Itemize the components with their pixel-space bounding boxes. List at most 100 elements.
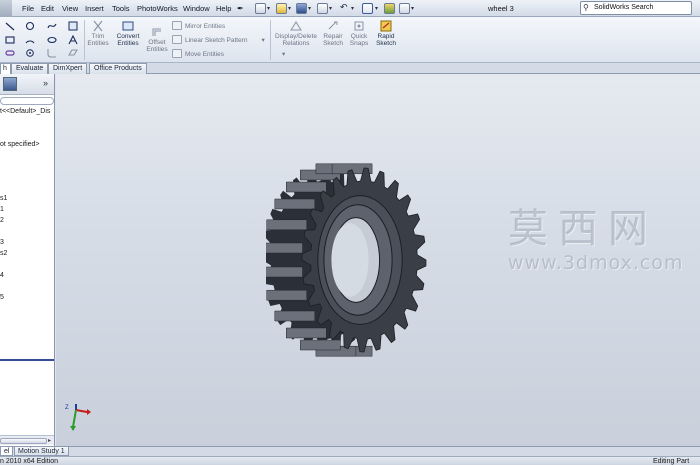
- options-icon[interactable]: [399, 3, 410, 14]
- menu-insert[interactable]: Insert: [85, 4, 104, 13]
- gear-tooth-side[interactable]: [300, 339, 341, 351]
- open-dropdown-icon[interactable]: ▾: [288, 5, 291, 12]
- line-tool-icon[interactable]: [5, 21, 15, 31]
- tree-item-feature[interactable]: 4: [0, 272, 4, 279]
- rapid-sketch-label: Rapid Sketch: [376, 33, 396, 47]
- repair-sketch-button[interactable]: Repair Sketch: [320, 20, 346, 47]
- graphics-area[interactable]: ▾ ▾ ▾ ▾ 莫西网 www.3dmox.com Z: [56, 74, 700, 446]
- arc-tool-icon[interactable]: [25, 35, 35, 45]
- rectangle-tool-icon[interactable]: [5, 35, 15, 45]
- tree-filter-input[interactable]: [0, 97, 54, 105]
- rapid-sketch-button[interactable]: Rapid Sketch: [372, 20, 400, 47]
- separator: [84, 20, 85, 60]
- quick-snaps-button[interactable]: Quick Snaps: [346, 20, 372, 47]
- move-entities-button[interactable]: Move Entities ▾: [172, 49, 285, 59]
- menu-tools[interactable]: Tools: [112, 4, 130, 13]
- text-tool-icon[interactable]: [68, 35, 78, 45]
- quick-snaps-label: Quick Snaps: [349, 33, 369, 47]
- tab-evaluate[interactable]: Evaluate: [11, 63, 49, 74]
- slot-tool-icon[interactable]: [5, 48, 15, 58]
- save-dropdown-icon[interactable]: ▾: [308, 5, 311, 12]
- save-icon[interactable]: [296, 3, 307, 14]
- trim-entities-icon: [91, 20, 105, 32]
- svg-text:Z: Z: [65, 405, 69, 411]
- gear-tooth-side[interactable]: [266, 219, 307, 231]
- convert-entities-button[interactable]: Convert Entities: [112, 20, 144, 47]
- undo-icon[interactable]: ↶: [340, 2, 351, 13]
- pattern-dropdown-icon[interactable]: ▾: [262, 37, 265, 44]
- display-delete-relations-button[interactable]: Display/Delete Relations: [273, 20, 319, 47]
- tab-dimxpert[interactable]: DimXpert: [48, 63, 88, 74]
- tab-office-products[interactable]: Office Products: [89, 63, 147, 74]
- menu-file[interactable]: File: [22, 4, 34, 13]
- new-dropdown-icon[interactable]: ▾: [267, 5, 270, 12]
- plane-tool-icon[interactable]: [68, 48, 78, 58]
- expand-panel-icon[interactable]: »: [43, 78, 48, 88]
- status-version-text: n 2010 x64 Edition: [0, 458, 58, 465]
- panel-horizontal-scrollbar[interactable]: ▸: [0, 435, 54, 445]
- scroll-right-icon[interactable]: ▸: [48, 437, 51, 444]
- search-placeholder: SolidWorks Search: [594, 4, 654, 11]
- quick-snaps-icon: [352, 20, 366, 32]
- move-dropdown-icon[interactable]: ▾: [282, 51, 285, 58]
- convert-entities-icon: [121, 20, 135, 32]
- menu-photoworks[interactable]: PhotoWorks: [137, 4, 178, 13]
- offset-entities-label: Offset Entities: [146, 39, 168, 53]
- menu-window[interactable]: Window: [183, 4, 210, 13]
- solidworks-search-input[interactable]: ⚲ SolidWorks Search: [580, 1, 692, 15]
- print-dropdown-icon[interactable]: ▾: [329, 5, 332, 12]
- polygon-tool-icon[interactable]: [25, 48, 35, 58]
- separator: [270, 20, 271, 60]
- feature-manager-panel: » t<<Default>_Dis ot specified> s1 1 2 3…: [0, 74, 55, 446]
- undo-dropdown-icon[interactable]: ▾: [351, 5, 354, 12]
- tree-item-material[interactable]: ot specified>: [0, 141, 40, 148]
- mirror-entities-button[interactable]: Mirror Entities: [172, 21, 225, 31]
- pin-icon[interactable]: ✒: [237, 4, 244, 13]
- display-delete-relations-label: Display/Delete Relations: [275, 33, 317, 47]
- menu-view[interactable]: View: [62, 4, 78, 13]
- linear-sketch-pattern-button[interactable]: Linear Sketch Pattern ▾: [172, 35, 265, 45]
- sketch-picture-icon[interactable]: [68, 21, 78, 31]
- offset-entities-button[interactable]: Offset Entities: [144, 26, 170, 53]
- gear-tooth-side[interactable]: [266, 289, 307, 301]
- gear-tooth-side[interactable]: [286, 327, 327, 339]
- gear-tooth-side[interactable]: [286, 181, 327, 193]
- gear-tooth-side[interactable]: [266, 242, 303, 254]
- circle-tool-icon[interactable]: [25, 21, 35, 31]
- options-dropdown-icon[interactable]: ▾: [411, 5, 414, 12]
- new-document-icon[interactable]: [255, 3, 266, 14]
- gear-model[interactable]: [266, 160, 436, 360]
- menu-help[interactable]: Help: [216, 4, 231, 13]
- repair-sketch-icon: [326, 20, 340, 32]
- gear-tooth-side[interactable]: [274, 198, 316, 210]
- tree-item-configuration[interactable]: t<<Default>_Dis: [0, 108, 50, 115]
- status-mode-text: Editing Part: [653, 458, 690, 465]
- gear-tooth-side[interactable]: [274, 310, 316, 322]
- trim-entities-button[interactable]: Trim Entities: [86, 20, 110, 47]
- scrollbar-thumb[interactable]: [0, 438, 47, 444]
- select-arrow-icon[interactable]: [362, 3, 373, 14]
- menu-edit[interactable]: Edit: [41, 4, 54, 13]
- spline-tool-icon[interactable]: [47, 21, 57, 31]
- tree-item-feature[interactable]: 3: [0, 239, 4, 246]
- tab-motion-study-1[interactable]: Motion Study 1: [14, 447, 69, 456]
- watermark: 莫西网 www.3dmox.com: [508, 196, 698, 274]
- rebuild-icon[interactable]: [384, 3, 395, 14]
- tab-model[interactable]: el: [0, 447, 14, 456]
- solidworks-logo-icon[interactable]: [0, 0, 12, 17]
- relations-icon: [289, 20, 303, 32]
- tab-sketch[interactable]: h: [0, 63, 11, 74]
- open-folder-icon[interactable]: [276, 3, 287, 14]
- tree-item-feature[interactable]: 5: [0, 294, 4, 301]
- gear-surface[interactable]: [331, 223, 369, 297]
- tree-item-feature[interactable]: 2: [0, 217, 4, 224]
- print-icon[interactable]: [317, 3, 328, 14]
- tree-item-feature[interactable]: s2: [0, 250, 7, 257]
- feature-manager-tab-icon[interactable]: [3, 77, 17, 91]
- sketch-fillet-icon[interactable]: [47, 48, 57, 58]
- tree-item-feature[interactable]: 1: [0, 206, 4, 213]
- ellipse-tool-icon[interactable]: [47, 35, 57, 45]
- select-dropdown-icon[interactable]: ▾: [375, 5, 378, 12]
- tree-item-feature[interactable]: s1: [0, 195, 7, 202]
- gear-tooth-side[interactable]: [266, 266, 303, 278]
